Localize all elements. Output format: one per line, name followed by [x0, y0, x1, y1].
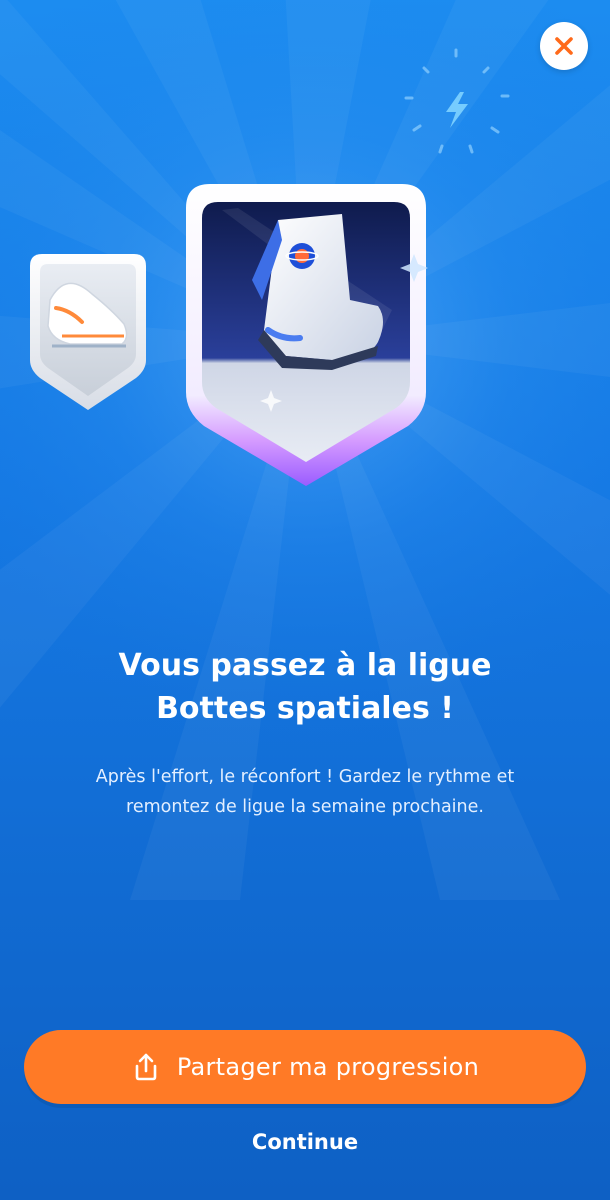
title-line-2: Bottes spatiales !	[156, 691, 454, 726]
close-button[interactable]	[540, 22, 588, 70]
lightning-sparkle-icon	[404, 48, 510, 154]
subtitle-line-1: Après l'effort, le réconfort ! Gardez le…	[95, 767, 515, 787]
continue-button[interactable]: Continue	[0, 1130, 610, 1154]
sneaker-badge-icon	[30, 254, 146, 410]
share-icon	[131, 1052, 161, 1082]
page-subtitle: Après l'effort, le réconfort ! Gardez le…	[40, 762, 570, 822]
subtitle-line-2: remontez de ligue la semaine prochaine.	[126, 797, 484, 817]
space-boot-badge-icon	[186, 184, 428, 486]
share-progress-button[interactable]: Partager ma progression	[24, 1030, 586, 1104]
share-button-label: Partager ma progression	[176, 1053, 480, 1081]
close-icon	[555, 37, 573, 55]
page-title: Vous passez à la ligue Bottes spatiales …	[30, 644, 580, 730]
league-promotion-screen: Vous passez à la ligue Bottes spatiales …	[0, 0, 610, 1200]
title-line-1: Vous passez à la ligue	[118, 648, 492, 683]
